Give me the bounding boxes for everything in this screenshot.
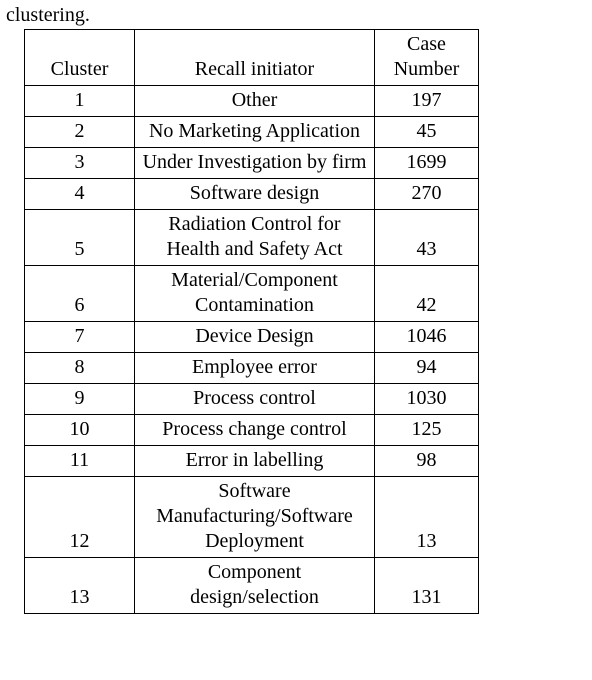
cell-cluster: 7	[25, 322, 135, 353]
cell-initiator: Process change control	[135, 415, 375, 446]
cell-initiator: Process control	[135, 384, 375, 415]
cell-case-number: 1699	[375, 148, 479, 179]
cell-cluster: 12	[25, 477, 135, 558]
table-row: 1 Other 197	[25, 86, 479, 117]
table-row: 9 Process control 1030	[25, 384, 479, 415]
cell-cluster: 1	[25, 86, 135, 117]
table-header-row: Cluster Recall initiator Case Number	[25, 30, 479, 86]
cell-initiator: Software Manufacturing/Software Deployme…	[135, 477, 375, 558]
cell-case-number: 1046	[375, 322, 479, 353]
table-caption: clustering.	[0, 0, 592, 29]
col-case-number: Case Number	[375, 30, 479, 86]
cell-initiator: Radiation Control for Health and Safety …	[135, 210, 375, 266]
cell-cluster: 2	[25, 117, 135, 148]
col-initiator: Recall initiator	[135, 30, 375, 86]
cell-cluster: 8	[25, 353, 135, 384]
cell-cluster: 5	[25, 210, 135, 266]
col-cluster: Cluster	[25, 30, 135, 86]
cell-initiator: Component design/selection	[135, 558, 375, 614]
cell-cluster: 13	[25, 558, 135, 614]
cell-initiator: Material/Component Contamination	[135, 266, 375, 322]
cell-case-number: 45	[375, 117, 479, 148]
cell-cluster: 3	[25, 148, 135, 179]
table-wrapper: Cluster Recall initiator Case Number 1 O…	[0, 29, 592, 614]
table-row: 5 Radiation Control for Health and Safet…	[25, 210, 479, 266]
table-row: 8 Employee error 94	[25, 353, 479, 384]
cell-case-number: 43	[375, 210, 479, 266]
cell-case-number: 42	[375, 266, 479, 322]
cell-initiator: Under Investigation by firm	[135, 148, 375, 179]
recall-table: Cluster Recall initiator Case Number 1 O…	[24, 29, 479, 614]
table-row: 11 Error in labelling 98	[25, 446, 479, 477]
table-row: 3 Under Investigation by firm 1699	[25, 148, 479, 179]
cell-cluster: 6	[25, 266, 135, 322]
cell-case-number: 125	[375, 415, 479, 446]
cell-initiator: Device Design	[135, 322, 375, 353]
table-body: 1 Other 197 2 No Marketing Application 4…	[25, 86, 479, 614]
cell-case-number: 94	[375, 353, 479, 384]
table-row: 12 Software Manufacturing/Software Deplo…	[25, 477, 479, 558]
table-row: 2 No Marketing Application 45	[25, 117, 479, 148]
cell-cluster: 9	[25, 384, 135, 415]
table-row: 13 Component design/selection 131	[25, 558, 479, 614]
cell-case-number: 270	[375, 179, 479, 210]
cell-initiator: Error in labelling	[135, 446, 375, 477]
cell-case-number: 197	[375, 86, 479, 117]
table-row: 4 Software design 270	[25, 179, 479, 210]
cell-case-number: 1030	[375, 384, 479, 415]
cell-initiator: No Marketing Application	[135, 117, 375, 148]
cell-cluster: 10	[25, 415, 135, 446]
table-row: 10 Process change control 125	[25, 415, 479, 446]
cell-case-number: 13	[375, 477, 479, 558]
table-row: 6 Material/Component Contamination 42	[25, 266, 479, 322]
cell-initiator: Software design	[135, 179, 375, 210]
cell-case-number: 98	[375, 446, 479, 477]
cell-initiator: Other	[135, 86, 375, 117]
cell-case-number: 131	[375, 558, 479, 614]
table-row: 7 Device Design 1046	[25, 322, 479, 353]
cell-cluster: 11	[25, 446, 135, 477]
cell-cluster: 4	[25, 179, 135, 210]
cell-initiator: Employee error	[135, 353, 375, 384]
